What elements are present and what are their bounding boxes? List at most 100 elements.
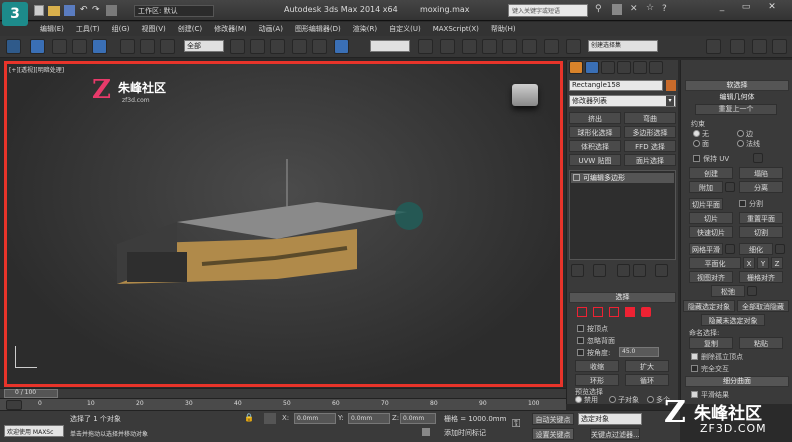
- render-icon[interactable]: [772, 39, 787, 54]
- show-end-result-icon[interactable]: [593, 264, 606, 277]
- angle-snap-icon[interactable]: [482, 39, 497, 54]
- selection-rollout-header[interactable]: 选择: [569, 292, 676, 303]
- select-by-name-icon[interactable]: [230, 39, 245, 54]
- repeat-last-button[interactable]: 重复上一个: [695, 104, 777, 115]
- detach-button[interactable]: 分离: [739, 181, 783, 193]
- menu-item-0[interactable]: 编辑(E): [34, 22, 70, 36]
- unhide-all-button[interactable]: 全部取消隐藏: [737, 300, 789, 312]
- menu-item-8[interactable]: 渲染(R): [347, 22, 383, 36]
- save-icon[interactable]: [64, 5, 75, 16]
- time-tag-icon[interactable]: [422, 428, 430, 436]
- curve-editor-icon[interactable]: [730, 39, 745, 54]
- object-color-swatch[interactable]: [666, 80, 676, 91]
- menu-item-4[interactable]: 创建(C): [172, 22, 208, 36]
- viewcube-icon[interactable]: [512, 84, 538, 106]
- by-angle-checkbox[interactable]: [577, 349, 584, 356]
- preserve-uv-settings-icon[interactable]: [753, 153, 763, 163]
- constraint-normal-radio[interactable]: [737, 140, 744, 147]
- redo-icon[interactable]: ↷: [92, 5, 100, 15]
- mini-curve-editor-icon[interactable]: [6, 400, 22, 410]
- hide-unselected-button[interactable]: 隐藏未选定对象: [701, 314, 765, 326]
- polygon-icon[interactable]: [625, 307, 635, 317]
- auto-key-button[interactable]: 自动关键点: [532, 413, 574, 425]
- menu-item-7[interactable]: 图形编辑器(D): [289, 22, 347, 36]
- workspace-dropdown[interactable]: 工作区: 默认: [134, 5, 214, 17]
- create-button[interactable]: 创建: [689, 167, 733, 179]
- menu-item-3[interactable]: 视图(V): [136, 22, 172, 36]
- relax-button[interactable]: 松弛: [711, 285, 745, 297]
- edit-named-sel-icon[interactable]: [544, 39, 559, 54]
- time-slider-thumb[interactable]: 0 / 100: [4, 389, 58, 398]
- planar-y-button[interactable]: Y: [757, 257, 769, 269]
- tessellate-settings-icon[interactable]: [775, 244, 785, 254]
- edge-icon[interactable]: [593, 307, 603, 317]
- help-icon[interactable]: ?: [662, 4, 667, 14]
- menu-item-11[interactable]: 帮助(H): [485, 22, 522, 36]
- loop-button[interactable]: 循环: [625, 374, 669, 386]
- pencil-icon[interactable]: [566, 39, 581, 54]
- by-vertex-checkbox[interactable]: [577, 325, 584, 332]
- collapse-button[interactable]: 塌陷: [739, 167, 783, 179]
- modifier-stack[interactable]: 可编辑多边形: [569, 170, 676, 260]
- close-icon[interactable]: ✕: [760, 2, 784, 16]
- undo-icon[interactable]: ↶: [80, 5, 88, 15]
- percent-snap-icon[interactable]: [502, 39, 517, 54]
- tessellate-button[interactable]: 细化: [739, 243, 773, 255]
- slice-button[interactable]: 切片: [689, 212, 733, 224]
- menu-item-10[interactable]: MAXScript(X): [427, 22, 485, 36]
- unlink-icon[interactable]: [52, 39, 67, 54]
- menu-item-1[interactable]: 工具(T): [70, 22, 106, 36]
- key-icon[interactable]: ⚿: [512, 417, 520, 431]
- mirror-icon[interactable]: [440, 39, 455, 54]
- project-icon[interactable]: [106, 5, 117, 16]
- search-icon[interactable]: ⚲: [595, 4, 602, 14]
- new-icon[interactable]: [34, 5, 44, 16]
- menu-item-9[interactable]: 自定义(U): [383, 22, 427, 36]
- display-tab-icon[interactable]: [633, 61, 647, 74]
- relax-settings-icon[interactable]: [747, 286, 757, 296]
- ref-coord-dropdown[interactable]: [370, 40, 410, 52]
- constraint-face-radio[interactable]: [693, 140, 700, 147]
- constraint-none-radio[interactable]: [693, 130, 700, 137]
- planar-z-button[interactable]: Z: [771, 257, 783, 269]
- add-time-tag[interactable]: 添加时间标记: [444, 428, 486, 438]
- grid-align-button[interactable]: 栅格对齐: [739, 271, 783, 283]
- select-link-icon[interactable]: [6, 39, 21, 54]
- subdivision-rollout[interactable]: 细分曲面: [685, 376, 789, 387]
- move-icon[interactable]: [292, 39, 307, 54]
- selected-dropdown[interactable]: 选定对象: [578, 413, 642, 425]
- modifier-button-2[interactable]: 球形化选择: [569, 126, 621, 138]
- cut-button[interactable]: 切割: [739, 226, 783, 238]
- modifier-button-1[interactable]: 弯曲: [624, 112, 676, 124]
- make-planar-button[interactable]: 平面化: [689, 257, 741, 269]
- building-model[interactable]: [107, 144, 447, 314]
- viewport-label[interactable]: [+][透视][明暗处理]: [9, 65, 64, 74]
- named-selection-dropdown[interactable]: 创建选择集: [588, 40, 658, 52]
- preview-subobj-radio[interactable]: [609, 396, 616, 403]
- perspective-viewport[interactable]: [+][透视][明暗处理] Z 朱峰社区 zf3d.com: [4, 61, 563, 387]
- ring-button[interactable]: 环形: [575, 374, 619, 386]
- preview-disable-radio[interactable]: [575, 396, 582, 403]
- open-icon[interactable]: [48, 6, 60, 16]
- constraint-edge-radio[interactable]: [737, 130, 744, 137]
- maxscript-listener[interactable]: 欢迎使用 MAXSc: [4, 425, 64, 437]
- select-object-icon[interactable]: [30, 39, 45, 54]
- select-scale-icon[interactable]: [160, 39, 175, 54]
- layer-manager-icon[interactable]: [706, 39, 721, 54]
- snap-icon[interactable]: [462, 39, 477, 54]
- subscription-icon[interactable]: [612, 4, 622, 15]
- spinner-snap-icon[interactable]: [522, 39, 537, 54]
- communication-icon[interactable]: ✕: [630, 4, 638, 14]
- track-bar[interactable]: 0 10 20 30 40 50 60 70 80 90 100: [0, 398, 566, 410]
- z-coord-input[interactable]: 0.0mm: [400, 413, 436, 424]
- modifier-button-5[interactable]: FFD 选择: [624, 140, 676, 152]
- select-move-icon[interactable]: [120, 39, 135, 54]
- material-editor-icon[interactable]: [752, 39, 767, 54]
- slice-plane-button[interactable]: 切片平面: [689, 198, 723, 210]
- shrink-button[interactable]: 收缩: [575, 360, 619, 372]
- create-tab-icon[interactable]: [569, 61, 583, 74]
- modifier-button-4[interactable]: 体积选择: [569, 140, 621, 152]
- selection-filter-dropdown[interactable]: 全部: [184, 40, 224, 52]
- grow-button[interactable]: 扩大: [625, 360, 669, 372]
- select-rotate-icon[interactable]: [140, 39, 155, 54]
